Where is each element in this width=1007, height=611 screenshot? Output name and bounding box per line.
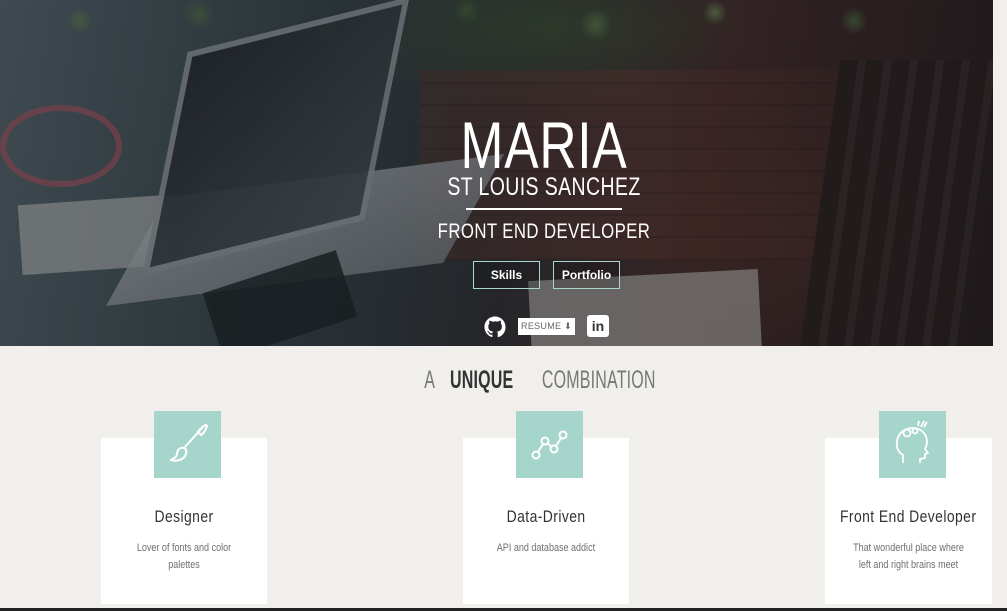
portfolio-button[interactable]: Portfolio — [553, 261, 620, 289]
data-chart-icon — [531, 430, 568, 460]
first-name: MARIA — [460, 108, 628, 182]
last-name: ST LOUIS SANCHEZ — [447, 173, 641, 201]
card-icon-box — [879, 411, 946, 478]
card-designer: Designer Lover of fonts and color palett… — [101, 411, 267, 604]
card-front-end-developer: Front End Developer That wonderful place… — [825, 411, 992, 604]
card-title: Front End Developer — [840, 507, 977, 526]
linkedin-icon[interactable]: in — [587, 315, 609, 337]
section-title-post: COMBINATION — [541, 366, 656, 394]
section-title: A UNIQUE COMBINATION — [0, 366, 1007, 395]
resume-download-button[interactable]: RESUME ⬇ — [518, 318, 575, 335]
role-title: FRONT END DEVELOPER — [437, 220, 651, 243]
resume-label: RESUME — [521, 321, 562, 331]
card-description: That wonderful place where left and righ… — [853, 542, 964, 571]
card-icon-box — [154, 411, 221, 478]
section-title-pre: A — [424, 366, 436, 394]
card-icon-box — [516, 411, 583, 478]
section-title-emphasis: UNIQUE — [450, 366, 514, 394]
linkedin-glyph: in — [591, 318, 605, 334]
name-block: MARIA ST LOUIS SANCHEZ FRONT END DEVELOP… — [0, 112, 1007, 244]
head-gears-icon — [895, 420, 929, 463]
card-title: Designer — [154, 507, 214, 526]
card-data-driven: Data-Driven API and database addict — [463, 411, 629, 604]
paintbrush-icon — [169, 423, 209, 462]
card-title: Data-Driven — [506, 507, 586, 526]
github-icon[interactable] — [484, 315, 506, 339]
skills-button[interactable]: Skills — [473, 261, 540, 289]
name-divider — [466, 208, 622, 210]
card-description: Lover of fonts and color palettes — [136, 542, 232, 571]
card-description: API and database addict — [496, 542, 596, 554]
download-icon: ⬇ — [564, 321, 572, 331]
